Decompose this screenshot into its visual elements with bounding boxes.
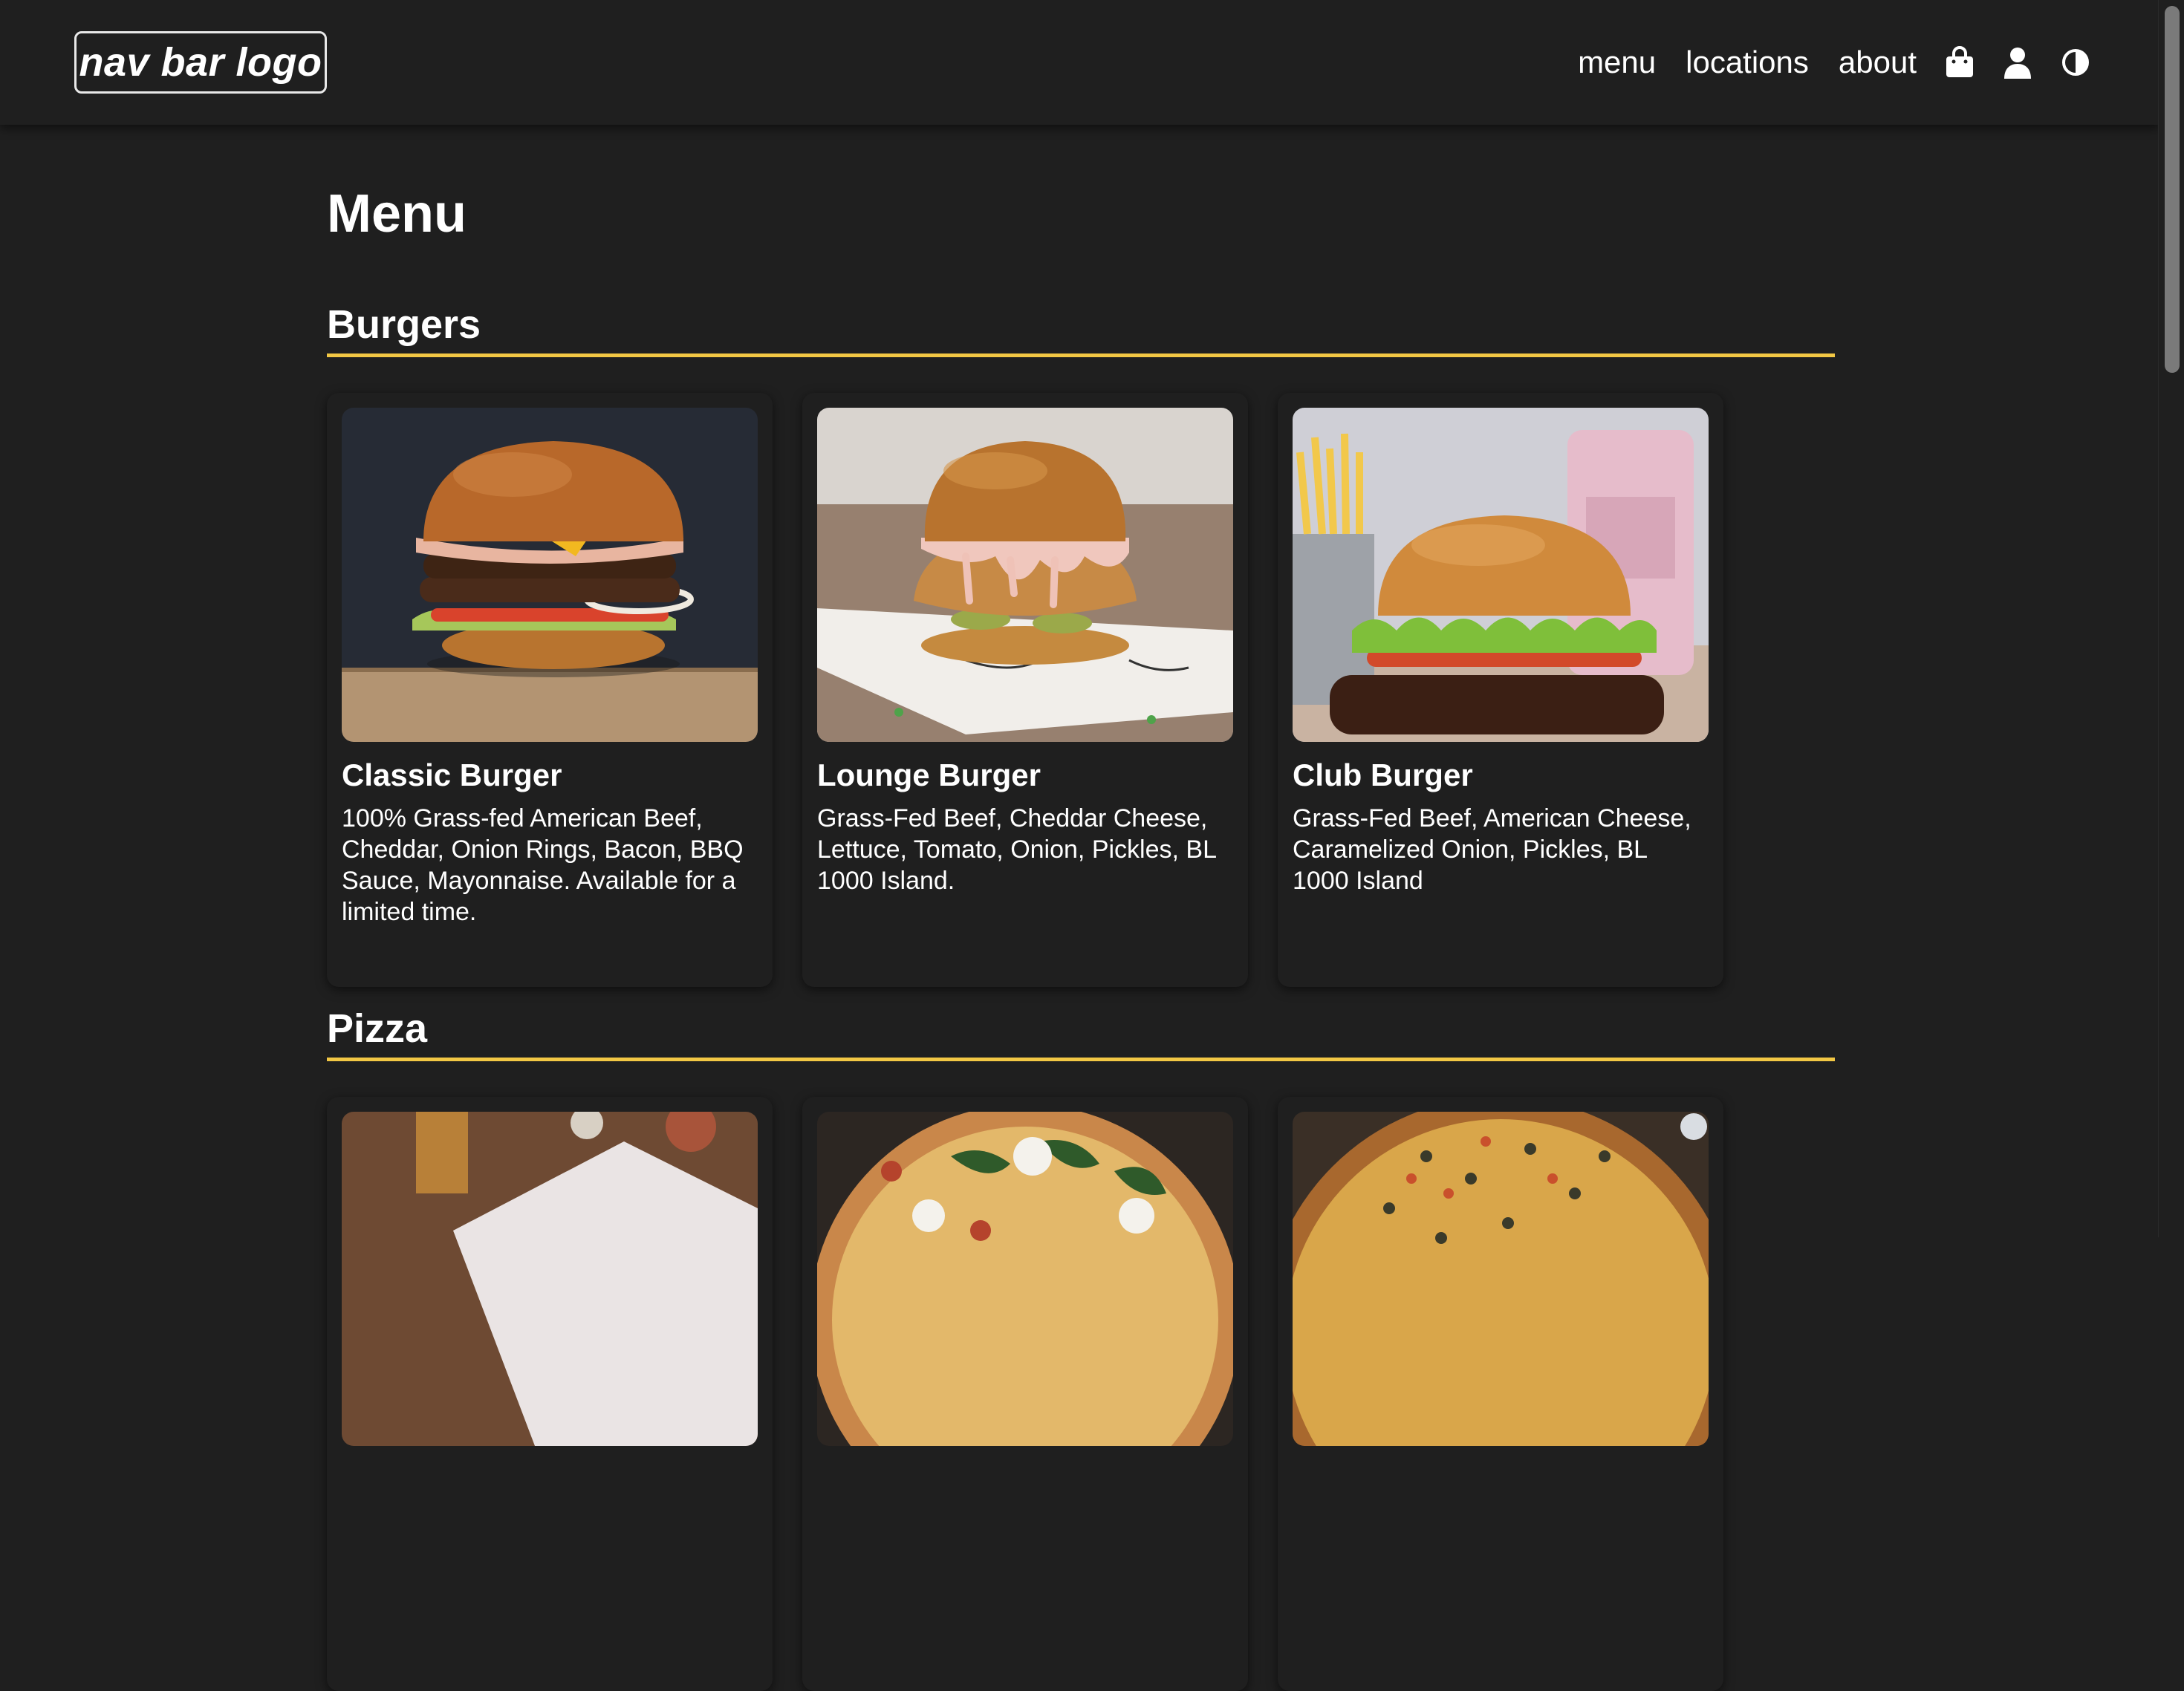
section-title: Pizza	[327, 1009, 1835, 1061]
nav-link-menu[interactable]: menu	[1578, 45, 1656, 80]
menu-item-image	[1293, 408, 1709, 742]
theme-toggle-icon[interactable]	[2061, 46, 2090, 79]
menu-item-description: 100% Grass-fed American Beef, Cheddar, O…	[342, 804, 744, 926]
section-pizza: Pizza	[327, 1009, 1835, 1691]
nav-links: menu locations about	[1578, 31, 2090, 94]
nav-link-locations[interactable]: locations	[1686, 45, 1809, 80]
menu-item-card[interactable]: Club Burger Grass-Fed Beef, American Che…	[1278, 393, 1723, 987]
scrollbar-thumb[interactable]	[2165, 6, 2180, 373]
page-title: Menu	[327, 184, 467, 244]
menu-item-image	[1293, 1112, 1709, 1446]
card-row: Classic Burger 100% Grass-fed American B…	[327, 393, 1835, 987]
menu-item-image	[817, 1112, 1233, 1446]
card-row	[327, 1097, 1835, 1691]
menu-item-card[interactable]	[1278, 1097, 1723, 1691]
menu-item-card[interactable]	[802, 1097, 1248, 1691]
shopping-bag-icon[interactable]	[1945, 46, 1975, 79]
menu-item-card[interactable]	[327, 1097, 773, 1691]
scrollbar[interactable]	[2158, 0, 2184, 1237]
nav-link-about[interactable]: about	[1839, 45, 1917, 80]
nav-logo[interactable]: nav bar logo	[74, 31, 327, 94]
section-title: Burgers	[327, 304, 1835, 357]
menu-item-name: Classic Burger	[342, 757, 562, 792]
menu-item-name: Club Burger	[1293, 757, 1473, 792]
menu-item-name: Lounge Burger	[817, 757, 1041, 792]
user-icon[interactable]	[2003, 46, 2032, 79]
menu-item-image	[342, 1112, 758, 1446]
navbar: nav bar logo menu locations about	[0, 0, 2159, 125]
menu-item-card[interactable]: Classic Burger 100% Grass-fed American B…	[327, 393, 773, 987]
menu-item-image	[817, 408, 1233, 742]
menu-item-description: Grass-Fed Beef, American Cheese, Caramel…	[1293, 804, 1691, 895]
menu-item-card[interactable]: Lounge Burger Grass-Fed Beef, Cheddar Ch…	[802, 393, 1248, 987]
section-burgers: Burgers Classic Burger 100% Grass-fed Am…	[327, 304, 1835, 987]
menu-item-description: Grass-Fed Beef, Cheddar Cheese, Lettuce,…	[817, 804, 1216, 895]
menu-item-image	[342, 408, 758, 742]
